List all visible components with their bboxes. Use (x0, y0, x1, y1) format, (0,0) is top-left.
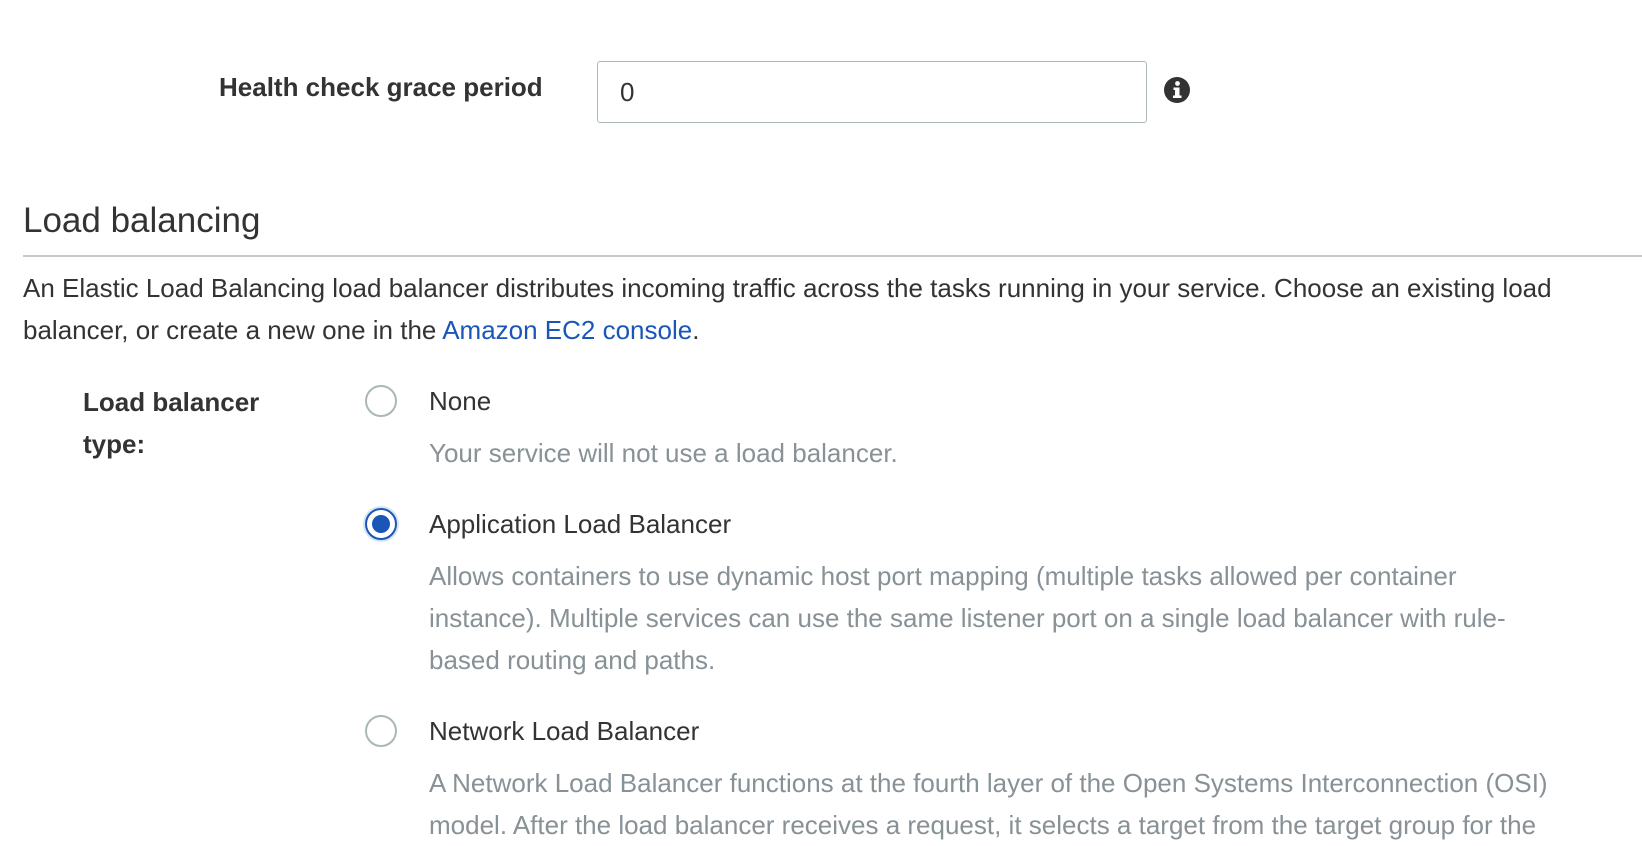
option-network-load-balancer-label[interactable]: Network Load Balancer (429, 716, 699, 747)
description-line-1: An Elastic Load Balancing load balancer … (23, 273, 1552, 303)
amazon-ec2-console-link[interactable]: Amazon EC2 console (442, 315, 692, 345)
radio-none[interactable] (365, 385, 397, 417)
option-nlb-description-line: model. After the load balancer receives … (429, 810, 1537, 840)
option-alb-description-line: based routing and paths. (429, 645, 716, 675)
option-network-load-balancer-description: A Network Load Balancer functions at the… (429, 762, 1548, 846)
option-application-load-balancer-description: Allows containers to use dynamic host po… (429, 555, 1506, 681)
health-check-grace-period-label: Health check grace period (219, 72, 543, 102)
description-prefix: balancer, or create a new one in the (23, 315, 443, 345)
description-suffix: . (692, 315, 700, 345)
option-none-description-line: Your service will not use a load balance… (429, 438, 898, 468)
option-alb-description-line: Allows containers to use dynamic host po… (429, 561, 1457, 591)
option-nlb-description-line: A Network Load Balancer functions at the… (429, 768, 1548, 798)
option-alb-description-line: instance). Multiple services can use the… (429, 603, 1506, 633)
section-divider (23, 255, 1642, 257)
option-none-description: Your service will not use a load balance… (429, 432, 898, 474)
health-check-grace-period-input[interactable] (597, 61, 1147, 123)
radio-network-load-balancer[interactable] (365, 715, 397, 747)
load-balancer-type-label: Load balancer type: (83, 387, 260, 459)
option-none-label[interactable]: None (429, 386, 491, 417)
load-balancing-heading: Load balancing (23, 201, 261, 240)
load-balancing-description: An Elastic Load Balancing load balancer … (23, 267, 1642, 351)
option-application-load-balancer-label[interactable]: Application Load Balancer (429, 509, 731, 540)
radio-application-load-balancer[interactable] (365, 508, 397, 540)
info-icon[interactable] (1163, 76, 1191, 104)
description-line-2: balancer, or create a new one in the Ama… (23, 309, 1642, 351)
